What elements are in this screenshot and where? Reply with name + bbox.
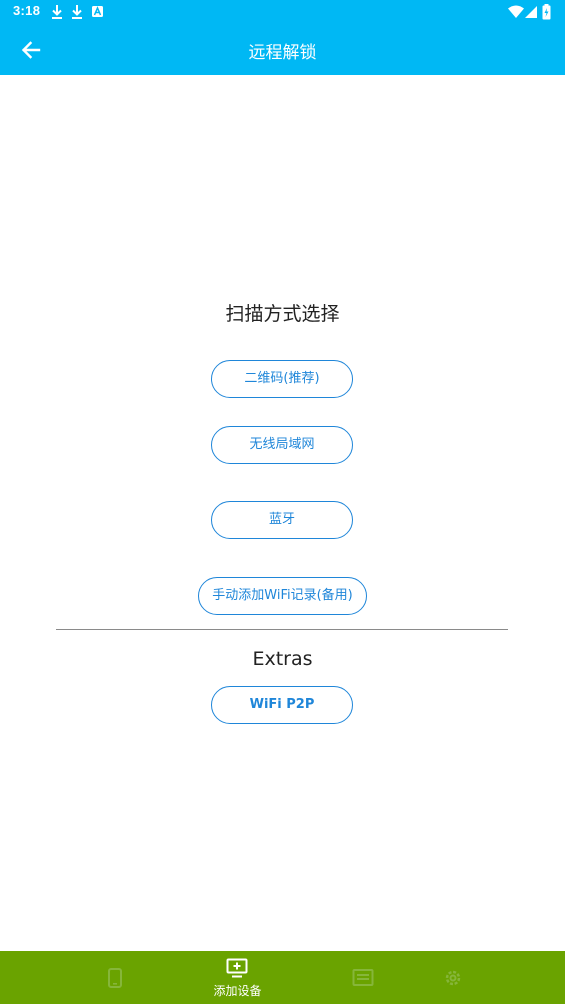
nav-item-list[interactable] (328, 951, 398, 1004)
nav-label-add-device: 添加设备 (213, 984, 262, 998)
wifi-p2p-button[interactable]: WiFi P2P (211, 686, 353, 724)
wlan-button[interactable]: 无线局域网 (211, 426, 353, 464)
phone-icon (108, 968, 122, 988)
signal-icon (525, 6, 537, 18)
page-title: 远程解锁 (248, 43, 317, 63)
scan-method-title: 扫描方式选择 (225, 303, 340, 325)
status-bar: 3:18 (0, 0, 565, 24)
extras-title: Extras (252, 648, 313, 670)
nav-item-phone[interactable] (80, 951, 150, 1004)
nav-item-settings[interactable] (418, 951, 488, 1004)
nav-item-add-device[interactable]: 添加设备 (195, 951, 280, 1004)
download-icon (52, 5, 62, 19)
qr-code-button[interactable]: 二维码(推荐) (211, 360, 353, 398)
add-device-icon (226, 958, 248, 978)
wifi-icon (508, 5, 524, 18)
bluetooth-button[interactable]: 蓝牙 (211, 501, 353, 539)
status-time: 3:18 (13, 3, 41, 18)
manual-wifi-record-button[interactable]: 手动添加WiFi记录(备用) (198, 577, 367, 615)
list-icon (352, 969, 374, 986)
app-bar: 远程解锁 (0, 24, 565, 75)
divider (56, 629, 508, 630)
app-notification-icon (92, 6, 103, 17)
battery-icon (542, 4, 551, 20)
download-icon (72, 5, 82, 19)
bottom-navigation: 添加设备 (0, 951, 565, 1004)
settings-icon (445, 970, 461, 986)
